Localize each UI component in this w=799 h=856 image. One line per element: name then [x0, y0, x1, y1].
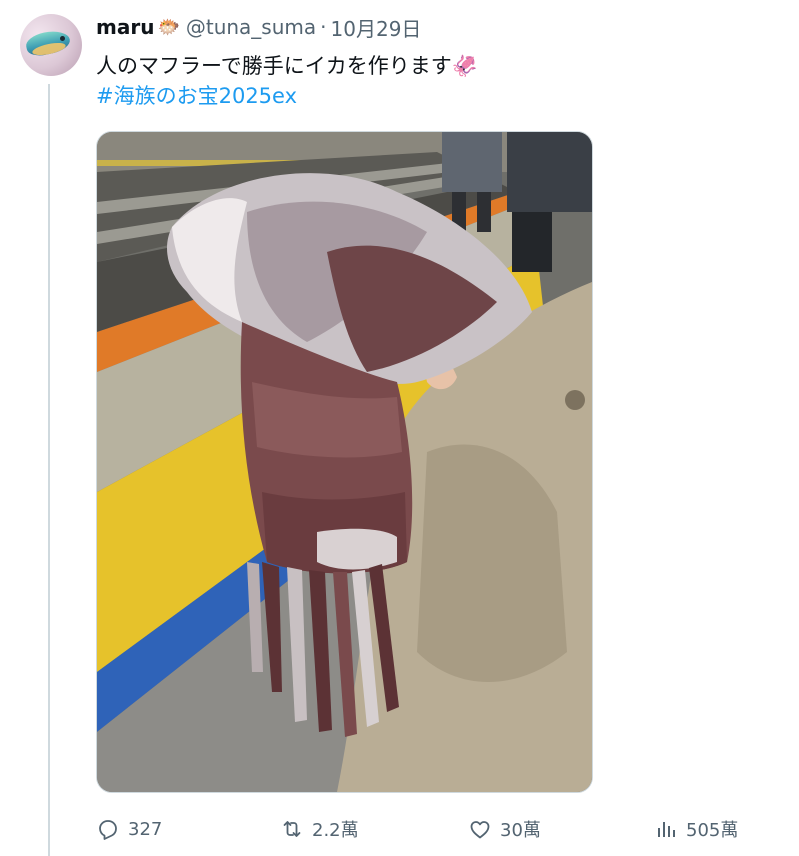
user-handle[interactable]: @tuna_suma [186, 15, 316, 39]
retweet-icon [283, 821, 301, 837]
views-button[interactable]: 505萬 [654, 812, 738, 846]
like-button[interactable]: 30萬 [468, 812, 541, 846]
reply-count: 327 [128, 818, 163, 840]
view-count: 505萬 [686, 820, 739, 841]
tweet-text: 人のマフラーで勝手にイカを作ります🦑 [96, 52, 478, 80]
thread-line [48, 84, 50, 856]
display-name[interactable]: maru [96, 15, 154, 39]
squid-icon: 🦑 [451, 54, 478, 78]
heart-icon [470, 821, 490, 839]
retweet-button[interactable]: 2.2萬 [280, 812, 359, 846]
views-icon [658, 822, 675, 837]
hashtag-link[interactable]: #海族のお宝2025ex [96, 82, 297, 110]
pufferfish-icon: 🐡 [157, 16, 180, 38]
action-bar: 327 2.2萬 30萬 505萬 [96, 812, 756, 846]
avatar[interactable] [20, 14, 82, 76]
tweet-text-body: 人のマフラーで勝手にイカを作ります [96, 54, 452, 78]
reply-icon [99, 820, 117, 840]
like-count: 30萬 [500, 820, 541, 841]
fish-eye [60, 36, 65, 41]
retweet-count: 2.2萬 [312, 820, 359, 841]
separator-dot: · [320, 15, 327, 39]
tweet-header: maru 🐡 @tuna_suma · 10月29日 [96, 13, 422, 42]
tweet-date[interactable]: 10月29日 [331, 13, 422, 42]
reply-button[interactable]: 327 [96, 812, 162, 846]
photo-scarf-squid [97, 132, 592, 792]
tweet-card: maru 🐡 @tuna_suma · 10月29日 人のマフラーで勝手にイカを… [0, 0, 799, 856]
tweet-photo[interactable] [96, 131, 593, 793]
